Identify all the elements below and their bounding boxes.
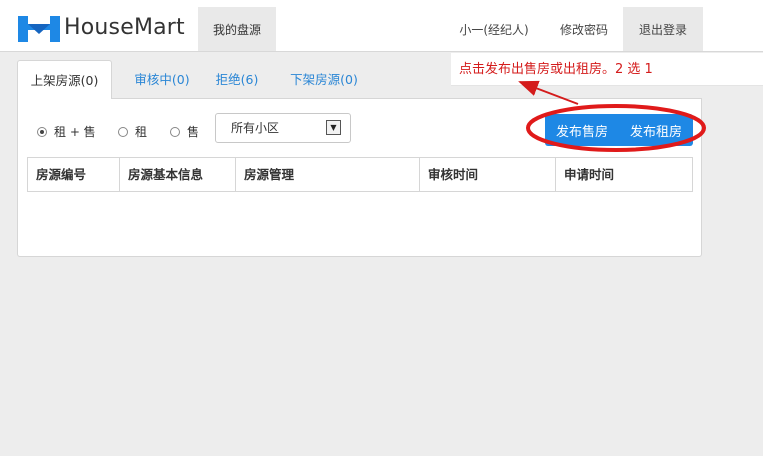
listing-panel: 上架房源(0) 审核中(0) 拒绝(6) 下架房源(0) 租 + 售 租 售 所… xyxy=(17,60,702,257)
column-header-apply-time[interactable]: 申请时间 xyxy=(556,158,692,191)
publish-rent-button[interactable]: 发布租房 xyxy=(619,114,693,146)
column-header-review-time[interactable]: 审核时间 xyxy=(420,158,556,191)
app-logo[interactable]: HouseMart xyxy=(18,12,185,42)
radio-rent-and-sale[interactable]: 租 + 售 xyxy=(37,123,96,140)
nav-my-listings[interactable]: 我的盘源 xyxy=(198,7,276,51)
top-navigation-bar: HouseMart 我的盘源 小一(经纪人) 修改密码 退出登录 xyxy=(0,0,763,52)
publish-button-group: 发布售房 发布租房 xyxy=(545,114,693,146)
radio-unchecked-icon xyxy=(170,126,180,137)
tab-rejected[interactable]: 拒绝(6) xyxy=(207,60,267,100)
radio-label: 售 xyxy=(187,125,200,139)
tab-on-shelf[interactable]: 上架房源(0) xyxy=(17,60,112,100)
radio-unchecked-icon xyxy=(118,126,128,137)
tab-content: 租 + 售 租 售 所有小区 ▼ 发布售房 发布租房 房源编号 房源基本信息 房… xyxy=(17,99,702,257)
column-header-listing-id[interactable]: 房源编号 xyxy=(28,158,120,191)
radio-label: 租 xyxy=(135,125,148,139)
dropdown-arrow-icon[interactable]: ▼ xyxy=(326,120,341,135)
select-value: 所有小区 xyxy=(231,121,280,135)
radio-rent[interactable]: 租 xyxy=(118,123,147,140)
column-header-management[interactable]: 房源管理 xyxy=(236,158,420,191)
radio-checked-icon xyxy=(37,126,47,137)
nav-change-password[interactable]: 修改密码 xyxy=(548,7,620,51)
tab-off-shelf[interactable]: 下架房源(0) xyxy=(279,60,369,100)
publish-sale-button[interactable]: 发布售房 xyxy=(545,114,619,146)
radio-sale[interactable]: 售 xyxy=(170,123,199,140)
community-select[interactable]: 所有小区 ▼ xyxy=(215,113,351,143)
nav-user-name[interactable]: 小一(经纪人) xyxy=(448,7,540,51)
radio-label: 租 + 售 xyxy=(54,125,96,139)
column-header-basic-info[interactable]: 房源基本信息 xyxy=(120,158,236,191)
nav-logout-button[interactable]: 退出登录 xyxy=(623,7,703,51)
housemart-logo-icon xyxy=(18,16,60,42)
listing-table-header: 房源编号 房源基本信息 房源管理 审核时间 申请时间 xyxy=(27,157,693,192)
logo-text: HouseMart xyxy=(64,14,185,40)
tab-under-review[interactable]: 审核中(0) xyxy=(122,60,202,100)
annotation-callout: 点击发布出售房或出租房。2 选 1 xyxy=(451,53,763,86)
